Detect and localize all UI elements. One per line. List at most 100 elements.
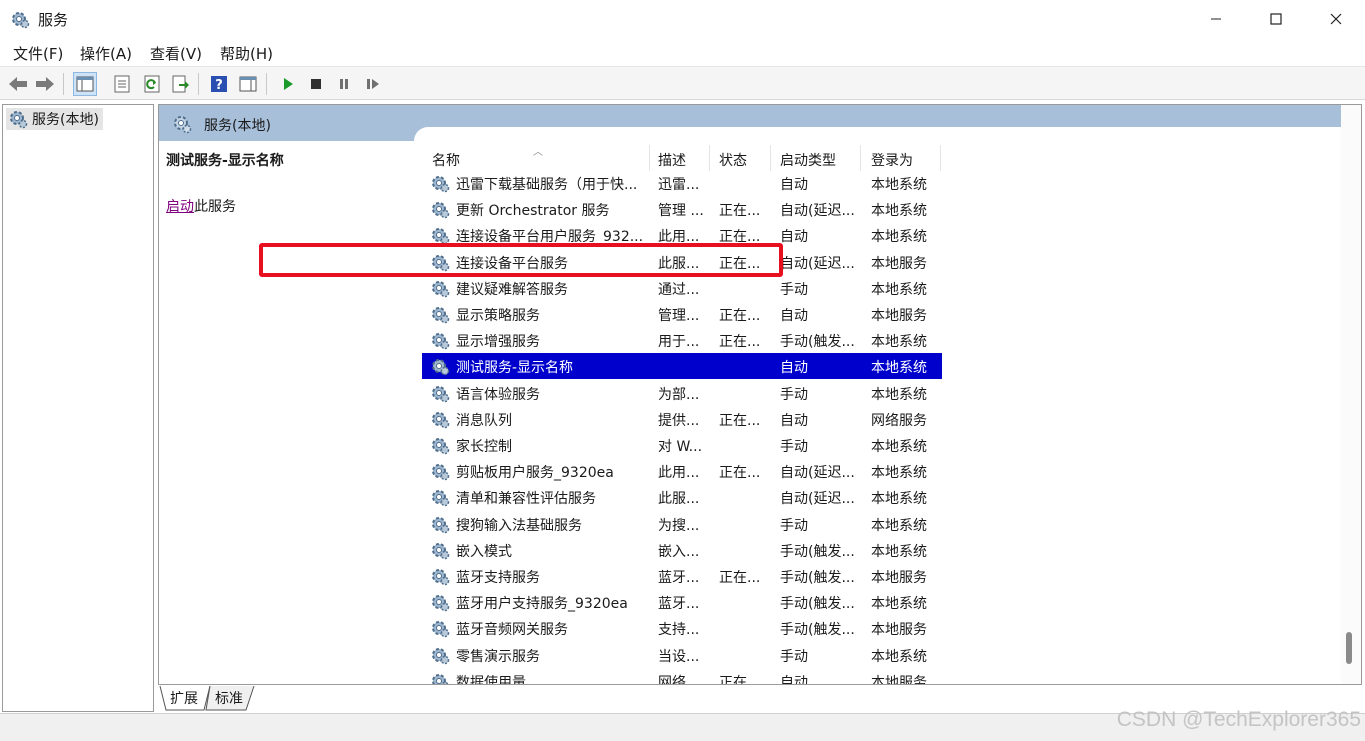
services-pane: 服务(本地) 测试服务-显示名称 启动此服务 ︿ 名称 描述 状态 启动类型 登… [158,104,1362,685]
cell-description: 用于... [658,334,700,351]
cell-logon-as: 本地系统 [871,203,927,220]
back-arrow-icon [9,77,27,91]
help-button[interactable]: ? [207,72,231,96]
show-hide-tree-button[interactable] [73,72,97,96]
cell-name: 更新 Orchestrator 服务 [456,203,610,220]
show-console-button[interactable] [236,72,260,96]
cell-name: 蓝牙用户支持服务_9320ea [456,596,628,613]
table-row[interactable]: 蓝牙支持服务 蓝牙... 正在... 手动(触发... 本地服务 [422,563,942,589]
refresh-button[interactable] [140,72,164,96]
vertical-scrollbar[interactable] [1341,105,1361,684]
cell-startup-type: 自动(延迟... [780,465,855,482]
start-service-link[interactable]: 启动 [166,199,194,215]
service-gear-icon [432,176,450,193]
service-gear-icon [432,307,450,324]
toolbar: ? [0,66,1365,100]
back-button[interactable] [6,72,30,96]
menu-bar: 文件(F) 操作(A) 查看(V) 帮助(H) [0,38,1365,66]
cell-status: 正在... [719,412,761,429]
start-service-icon [284,78,293,90]
maximize-button[interactable] [1246,0,1306,38]
watermark: CSDN @TechExplorer365 [1116,708,1361,731]
column-header-description[interactable]: 描述 [648,145,710,171]
cell-description: 蓝牙... [658,570,700,586]
cell-name: 剪贴板用户服务_9320ea [456,465,614,482]
minimize-button[interactable] [1186,0,1246,38]
forward-button[interactable] [33,72,57,96]
cell-description: 蓝牙... [658,596,700,613]
minimize-icon [1211,18,1221,20]
cell-description: 为部... [658,386,700,403]
cell-name: 蓝牙音频网关服务 [456,622,568,639]
services-list: ︿ 名称 描述 状态 启动类型 登录为 迅雷下载基础服务（用于快... 迅雷...… [422,141,1361,685]
table-row[interactable]: 零售演示服务 当设... 手动 本地系统 [422,642,942,668]
cell-logon-as: 本地系统 [871,281,927,298]
services-gear-icon [12,12,30,29]
cell-name: 迅雷下载基础服务（用于快... [456,177,638,193]
cell-logon-as: 本地服务 [871,308,927,324]
stop-service-icon [311,79,321,89]
cell-logon-as: 本地系统 [871,360,927,377]
scrollbar-thumb[interactable] [1346,632,1352,664]
table-row[interactable]: 显示策略服务 管理... 正在... 自动 本地服务 [422,301,942,327]
table-row[interactable]: 消息队列 提供... 正在... 自动 网络服务 [422,406,942,432]
column-header-logon-as[interactable]: 登录为 [861,145,941,171]
start-service-button[interactable] [276,72,300,96]
cell-startup-type: 手动(触发... [780,570,855,586]
tab-standard[interactable]: 标准 [209,686,249,710]
column-header-startup-type[interactable]: 启动类型 [770,145,861,171]
table-row[interactable]: 家长控制 对 W... 手动 本地系统 [422,432,942,458]
cell-name: 语言体验服务 [456,386,540,403]
menu-help[interactable]: 帮助(H) [220,43,273,64]
table-row[interactable]: 迅雷下载基础服务（用于快... 迅雷... 自动 本地系统 [422,170,942,196]
table-row[interactable]: 更新 Orchestrator 服务 管理 ... 正在... 自动(延迟... 本地系… [422,196,942,222]
column-header-name[interactable]: ︿ 名称 [422,145,650,171]
service-gear-icon [432,569,450,586]
service-action: 启动此服务 [166,196,236,216]
table-row[interactable]: 显示增强服务 用于... 正在... 手动(触发... 本地系统 [422,327,942,353]
menu-file[interactable]: 文件(F) [13,43,63,64]
cell-startup-type: 自动 [780,308,808,324]
cell-logon-as: 本地服务 [871,622,927,639]
properties-button[interactable] [110,72,134,96]
tree-item-label: 服务(本地) [32,112,99,128]
table-row[interactable]: 蓝牙音频网关服务 支持... 手动(触发... 本地服务 [422,615,942,641]
cell-name: 显示增强服务 [456,334,540,351]
table-row[interactable]: 嵌入模式 嵌入... 手动(触发... 本地系统 [422,537,942,563]
export-list-button[interactable] [168,72,192,96]
cell-logon-as: 网络服务 [871,412,927,429]
table-row[interactable]: 语言体验服务 为部... 手动 本地系统 [422,380,942,406]
column-header-status[interactable]: 状态 [709,145,771,171]
table-row[interactable]: 搜狗输入法基础服务 为搜... 手动 本地系统 [422,511,942,537]
menu-view[interactable]: 查看(V) [150,43,202,64]
cell-logon-as: 本地服务 [871,570,927,586]
cell-description: 此服... [658,491,700,508]
cell-name: 家长控制 [456,439,512,455]
cell-status: 正在... [719,465,761,482]
table-row[interactable]: 剪贴板用户服务_9320ea 此用... 正在... 自动(延迟... 本地系统 [422,458,942,484]
service-gear-icon [432,595,450,612]
cell-logon-as: 本地系统 [871,596,927,613]
menu-action[interactable]: 操作(A) [80,43,132,64]
table-row[interactable]: 数据使用量 网络... 正在... 自动 本地服务 [422,668,942,685]
table-row[interactable]: 清单和兼容性评估服务 此服... 自动(延迟... 本地系统 [422,484,942,510]
close-button[interactable] [1306,0,1365,38]
cell-startup-type: 手动(触发... [780,622,855,639]
toolbar-separator [198,73,199,95]
cell-name: 零售演示服务 [456,648,540,665]
table-row[interactable]: 建议疑难解答服务 通过... 手动 本地系统 [422,275,942,301]
table-row-selected[interactable]: 测试服务-显示名称 自动 本地系统 [422,353,942,380]
pause-service-button[interactable] [332,72,356,96]
service-gear-icon [432,280,450,298]
tree-item-services-local[interactable]: 服务(本地) [6,108,103,130]
tab-extended[interactable]: 扩展 [164,686,204,710]
selected-service-title: 测试服务-显示名称 [166,153,284,169]
stop-service-button[interactable] [304,72,328,96]
service-gear-icon [432,411,450,429]
cell-logon-as: 本地服务 [871,674,927,685]
cell-name: 蓝牙支持服务 [456,570,540,586]
restart-service-button[interactable] [361,72,385,96]
service-gear-icon [432,464,450,481]
service-gear-icon [432,621,450,638]
table-row[interactable]: 蓝牙用户支持服务_9320ea 蓝牙... 手动(触发... 本地系统 [422,589,942,615]
